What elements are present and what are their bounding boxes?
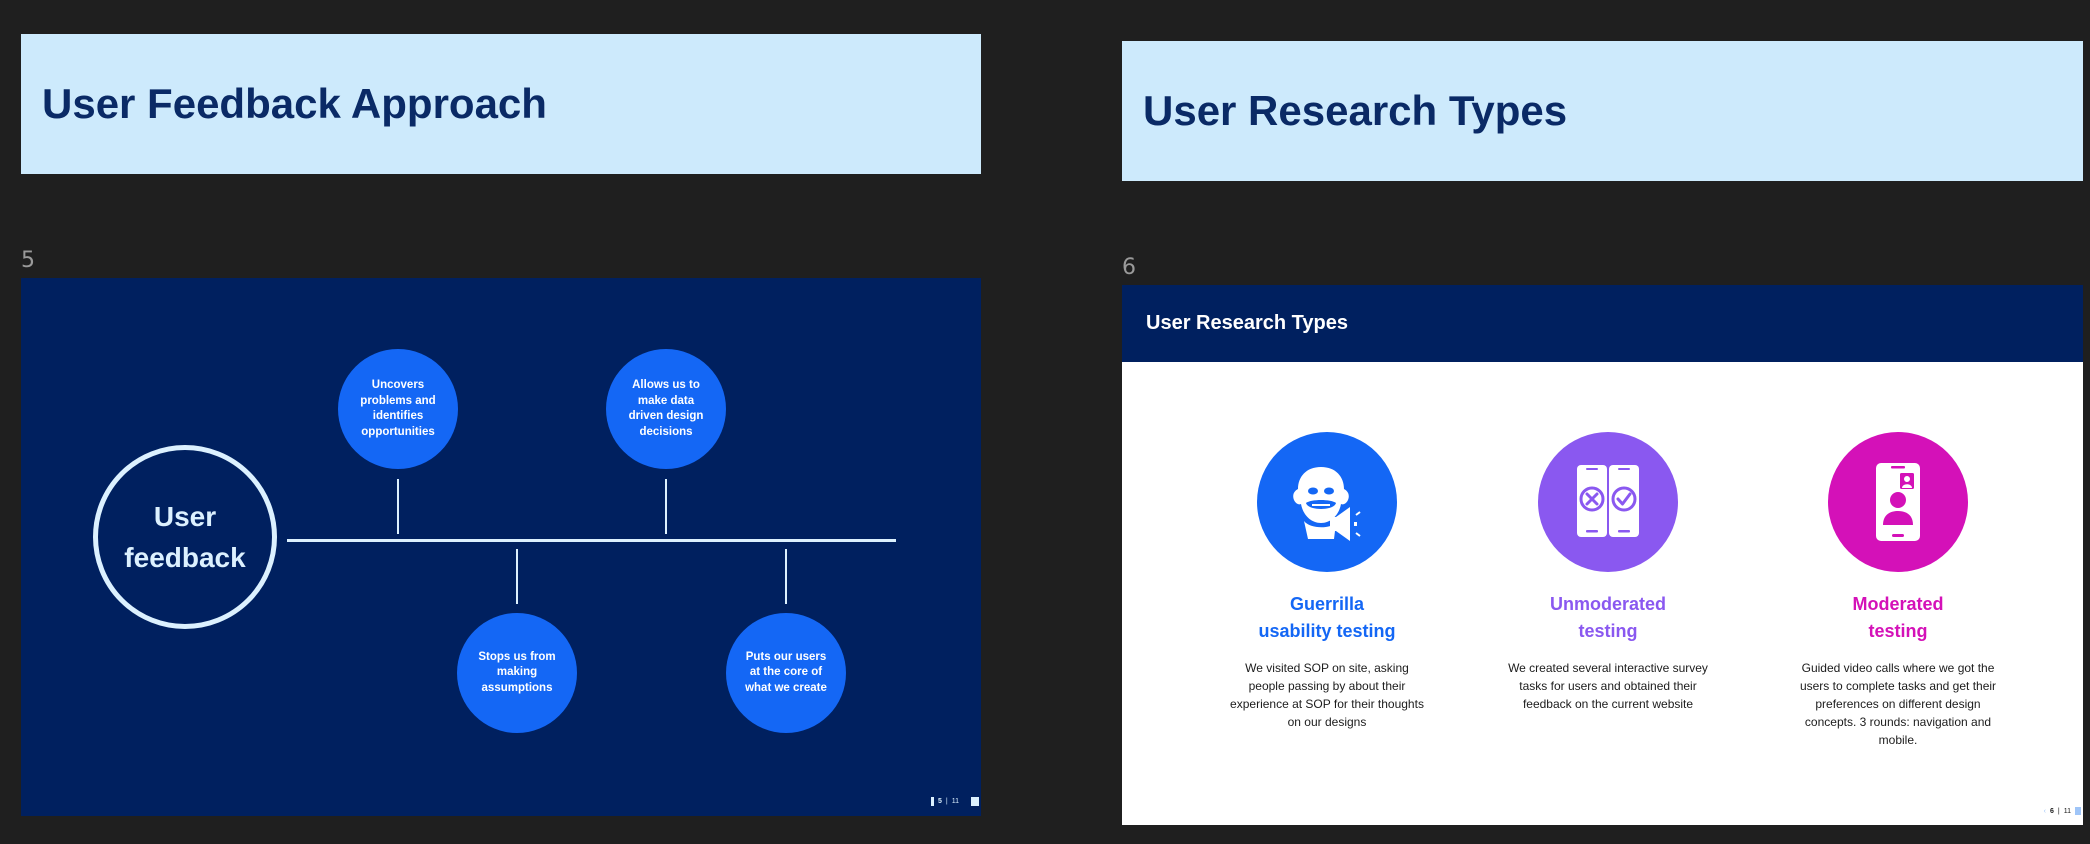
research-type-moderated: Moderated testing Guided video calls whe… [1788,432,2008,749]
research-type-desc-unmoderated: We created several interactive survey ta… [1508,661,1708,711]
slide-5-title-band[interactable]: User Feedback Approach [21,34,981,174]
research-type-desc-moderated: Guided video calls where we got the user… [1799,661,1997,747]
title-line-1: Unmoderated [1549,594,1666,614]
slide-5-pager: 5 | 11 [930,797,979,806]
pager-square-icon [2075,807,2081,815]
title-line-1: Guerrilla [1289,594,1365,614]
slide-6-title: User Research Types [1143,87,1568,134]
title-line-2: testing [1868,621,1928,641]
connector-2 [665,479,667,534]
slide-6-canvas[interactable]: User Research Types Guerrilla usability … [1122,285,2083,825]
research-type-guerrilla: Guerrilla usability testing We visited S… [1217,432,1437,731]
research-type-title-unmoderated: Unmoderated testing [1498,591,1718,645]
point-bubble-uncovers: Uncovers problems and identifies opportu… [338,349,458,469]
video-call-phone-icon [1828,432,1968,572]
phones-check-cross-icon [1538,432,1678,572]
pager-current: 6 [2049,807,2054,815]
slide-5-canvas[interactable]: User feedback Uncovers problems and iden… [21,278,981,816]
slide-6-pager: ‹ 6 | 11 [2044,807,2081,815]
pager-total: 11 [2063,807,2071,815]
point-bubble-assumptions: Stops us from making assumptions [457,613,577,733]
pager-separator: | [945,798,948,805]
gorilla-megaphone-icon [1257,432,1397,572]
pager-bar-icon [930,797,934,806]
title-line-1: Moderated [1852,594,1944,614]
research-type-desc-guerrilla: We visited SOP on site, asking people pa… [1230,661,1424,729]
user-feedback-hub: User feedback [93,445,277,629]
title-line-2: usability testing [1258,621,1396,641]
pager-total: 11 [951,798,959,805]
point-bubble-data-driven: Allows us to make data driven design dec… [606,349,726,469]
slide-6-number: 6 [1122,255,1136,280]
slide-6-title-band[interactable]: User Research Types [1122,41,2083,181]
pager-current: 5 [937,798,942,805]
research-type-title-moderated: Moderated testing [1788,591,2008,645]
research-type-unmoderated: Unmoderated testing We created several i… [1498,432,1718,713]
pager-square-icon [971,797,979,806]
title-line-2: testing [1578,621,1638,641]
pager-chevron-icon: ‹ [2043,807,2046,815]
slide-6-header: User Research Types [1122,285,2083,362]
connector-4 [785,549,787,604]
point-bubble-users-core: Puts our users at the core of what we cr… [726,613,846,733]
connector-1 [397,479,399,534]
timeline-line [287,539,896,542]
slide-5-title: User Feedback Approach [42,80,547,127]
connector-3 [516,549,518,604]
pager-separator: | [2057,807,2060,815]
research-type-title-guerrilla: Guerrilla usability testing [1217,591,1437,645]
slide-5-number: 5 [21,248,35,273]
